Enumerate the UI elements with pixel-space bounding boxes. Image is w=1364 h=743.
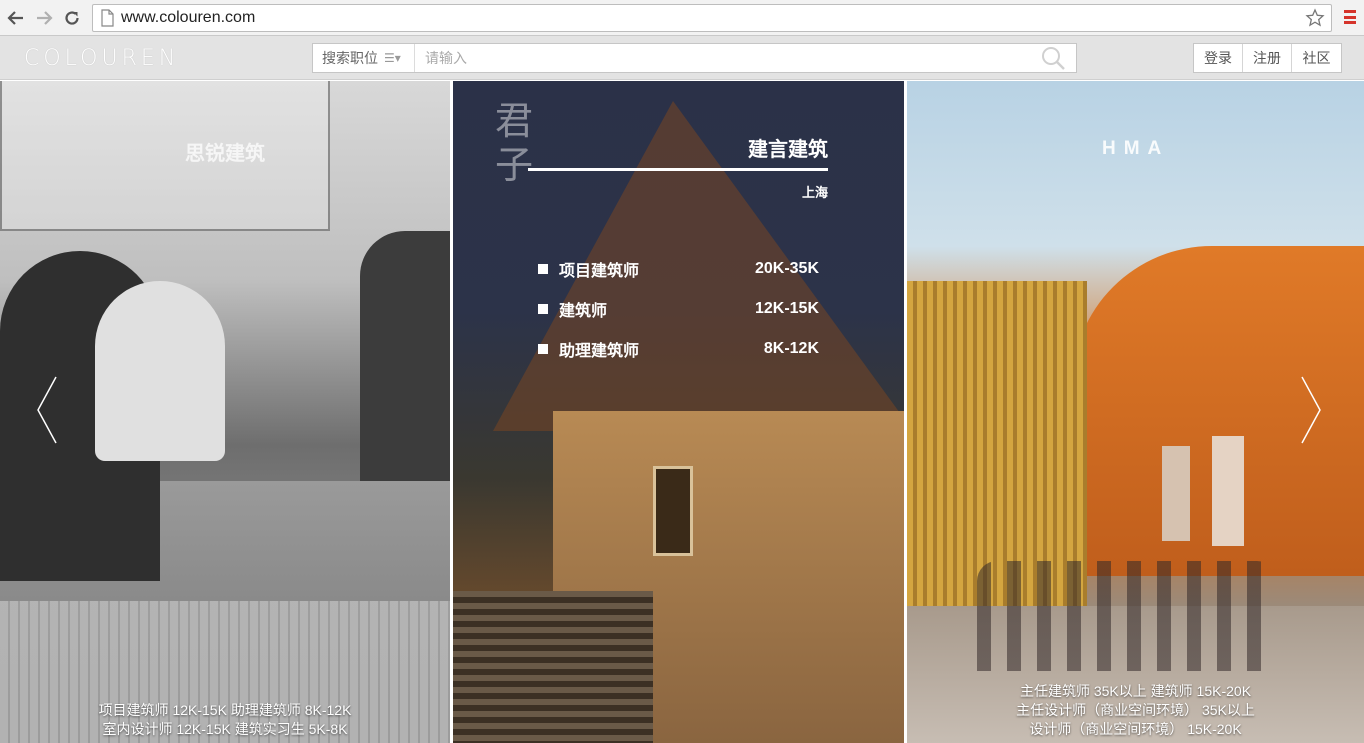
list-dropdown-icon: ☰▾ — [384, 51, 401, 65]
url-text: www.colouren.com — [121, 9, 256, 26]
site-logo[interactable]: COLOUREN — [24, 46, 179, 71]
crowd-decoration — [977, 561, 1277, 671]
browser-menu-icon[interactable] — [1344, 10, 1356, 24]
register-link[interactable]: 注册 — [1243, 44, 1292, 72]
job-list: 项目建筑师 20K-35K 建筑师 12K-15K 助理建筑师 8K-12K — [538, 249, 819, 369]
job-search-bar: 搜索职位 ☰▾ — [312, 43, 1077, 73]
forward-arrow-icon[interactable] — [32, 6, 56, 30]
person-silhouette-2 — [95, 281, 225, 461]
poster-decoration — [1162, 446, 1190, 541]
job-salary: 20K-35K — [754, 260, 819, 277]
window-decoration — [653, 466, 693, 556]
address-bar[interactable]: www.colouren.com — [92, 4, 1332, 32]
person-silhouette-3 — [360, 231, 450, 481]
carousel-prev-icon[interactable] — [34, 375, 60, 445]
calligraphy-text: 君子 — [495, 99, 534, 187]
company-panel-left[interactable]: 思锐建筑 项目建筑师 12K-15K 助理建筑师 8K-12K 室内设计师 12… — [0, 81, 450, 743]
job-title: 项目建筑师 — [559, 263, 640, 280]
bullet-icon — [538, 344, 548, 354]
search-input[interactable] — [415, 44, 1038, 72]
community-link[interactable]: 社区 — [1292, 44, 1341, 72]
wall-frame-decoration — [0, 81, 330, 231]
job-title: 建筑师 — [559, 303, 608, 320]
site-header: COLOUREN 搜索职位 ☰▾ 登录 注册 社区 — [0, 36, 1364, 80]
stairs-decoration — [453, 591, 653, 743]
carousel-next-icon[interactable] — [1298, 375, 1324, 445]
company-carousel: 思锐建筑 项目建筑师 12K-15K 助理建筑师 8K-12K 室内设计师 12… — [0, 81, 1364, 743]
job-title: 助理建筑师 — [559, 343, 640, 360]
company-city: 上海 — [801, 185, 828, 200]
search-category-label: 搜索职位 — [322, 50, 378, 66]
job-line: 设计师（商业空间环境） 15K-20K — [1029, 721, 1242, 737]
job-line: 主任建筑师 35K以上 建筑师 15K-20K — [1019, 683, 1252, 699]
page-icon — [101, 9, 114, 27]
job-summary-left: 项目建筑师 12K-15K 助理建筑师 8K-12K 室内设计师 12K-15K… — [0, 701, 450, 739]
job-row[interactable]: 助理建筑师 8K-12K — [538, 329, 819, 369]
login-link[interactable]: 登录 — [1194, 44, 1243, 72]
poster-decoration — [1212, 436, 1244, 546]
job-row[interactable]: 项目建筑师 20K-35K — [538, 249, 819, 289]
job-line: 室内设计师 12K-15K 建筑实习生 5K-8K — [102, 721, 348, 737]
company-panel-right[interactable]: HMA 主任建筑师 35K以上 建筑师 15K-20K 主任设计师（商业空间环境… — [907, 81, 1364, 743]
reload-icon[interactable] — [60, 6, 84, 30]
company-name-right: HMA — [1102, 138, 1170, 159]
job-line: 项目建筑师 12K-15K 助理建筑师 8K-12K — [98, 702, 352, 718]
company-name-middle: 建言建筑 — [748, 139, 828, 161]
company-name-left: 思锐建筑 — [185, 143, 265, 165]
job-line: 主任设计师（商业空间环境） 35K以上 — [1016, 702, 1255, 718]
bookmark-star-icon[interactable] — [1305, 8, 1325, 28]
job-summary-right: 主任建筑师 35K以上 建筑师 15K-20K 主任设计师（商业空间环境） 35… — [907, 682, 1364, 739]
search-icon[interactable] — [1038, 43, 1068, 73]
auth-links: 登录 注册 社区 — [1193, 43, 1342, 73]
back-arrow-icon[interactable] — [4, 6, 28, 30]
title-underline — [528, 168, 828, 171]
bullet-icon — [538, 264, 548, 274]
job-salary: 12K-15K — [754, 300, 819, 317]
job-salary: 8K-12K — [763, 340, 819, 357]
company-panel-middle[interactable]: 君子 建言建筑 上海 项目建筑师 20K-35K 建筑师 12K-15K 助理建… — [453, 81, 904, 743]
job-row[interactable]: 建筑师 12K-15K — [538, 289, 819, 329]
browser-toolbar: www.colouren.com — [0, 0, 1364, 36]
bullet-icon — [538, 304, 548, 314]
search-category-select[interactable]: 搜索职位 ☰▾ — [313, 44, 415, 72]
